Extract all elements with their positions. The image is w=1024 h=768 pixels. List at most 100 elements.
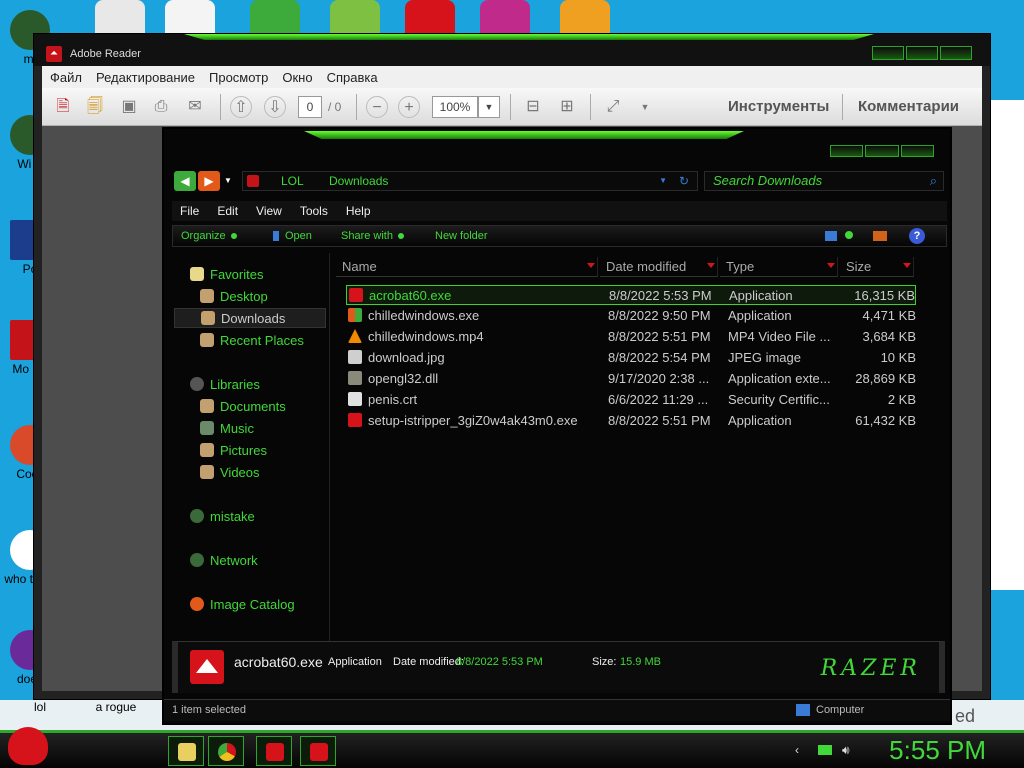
menu-edit[interactable]: Редактирование: [96, 70, 195, 85]
close-button[interactable]: [900, 145, 934, 157]
close-button[interactable]: [940, 46, 972, 60]
view-dropdown-icon[interactable]: [845, 231, 853, 239]
taskbar-clock[interactable]: 5:55 PM: [889, 735, 986, 766]
zoom-level-input[interactable]: 100%: [432, 96, 478, 118]
menu-window[interactable]: Окно: [282, 70, 312, 85]
toolbar-separator: [590, 94, 591, 120]
file-row[interactable]: chilledwindows.exe 8/8/2022 9:50 PM Appl…: [346, 306, 916, 326]
desktop-icon-label[interactable]: lol: [10, 700, 70, 714]
tray-monitor-icon[interactable]: [818, 745, 832, 755]
column-date-modified[interactable]: Date modified: [600, 257, 718, 277]
tools-button[interactable]: Инструменты: [728, 98, 829, 115]
address-bar[interactable]: LOL Downloads ▼ ↻: [242, 171, 698, 191]
next-page-icon[interactable]: ⇩: [264, 96, 286, 118]
open-button[interactable]: Open: [273, 230, 312, 242]
nav-desktop[interactable]: Desktop: [200, 287, 268, 307]
nav-mistake[interactable]: mistake: [190, 507, 255, 527]
preview-pane-icon[interactable]: [873, 231, 887, 241]
menu-view[interactable]: Просмотр: [209, 70, 268, 85]
nav-network[interactable]: Network: [190, 551, 258, 571]
desktop-icon-top[interactable]: [560, 0, 610, 34]
new-folder-button[interactable]: New folder: [435, 230, 488, 242]
page-number-input[interactable]: 0: [298, 96, 322, 118]
save-icon[interactable]: ▣: [118, 96, 140, 118]
tray-volume-icon[interactable]: 🔊︎: [842, 743, 856, 757]
explorer-titlebar[interactable]: [164, 129, 950, 165]
fit-width-icon[interactable]: ⊞: [556, 96, 578, 118]
start-button-angry-bird-icon[interactable]: [8, 727, 48, 765]
desktop-icon-top[interactable]: [480, 0, 530, 34]
refresh-icon[interactable]: ↻: [679, 172, 689, 190]
nav-image-catalog[interactable]: Image Catalog: [190, 595, 295, 615]
menu-help[interactable]: Справка: [327, 70, 378, 85]
help-icon[interactable]: ?: [909, 228, 925, 244]
full-screen-icon[interactable]: ⤢: [602, 96, 624, 118]
reader-titlebar[interactable]: ⏶ Adobe Reader: [34, 34, 990, 66]
desktop-icon-label[interactable]: a rogue: [86, 700, 146, 714]
email-icon[interactable]: ✉: [184, 96, 206, 118]
dropdown-dot-icon: [230, 233, 237, 240]
menu-view[interactable]: View: [256, 204, 282, 218]
column-type[interactable]: Type: [720, 257, 838, 277]
menu-file[interactable]: File: [180, 204, 199, 218]
address-dropdown-icon[interactable]: ▼: [659, 172, 667, 190]
search-icon[interactable]: ⌕: [930, 172, 937, 190]
nav-videos[interactable]: Videos: [200, 463, 260, 483]
previous-page-icon[interactable]: ⇧: [230, 96, 252, 118]
menu-tools[interactable]: Tools: [300, 204, 328, 218]
nav-pictures[interactable]: Pictures: [200, 441, 267, 461]
file-row[interactable]: opengl32.dll 9/17/2020 2:38 ... Applicat…: [346, 369, 916, 389]
menu-edit[interactable]: Edit: [217, 204, 238, 218]
edit-pdf-icon[interactable]: 🗐: [84, 96, 106, 118]
desktop-icon-top[interactable]: [95, 0, 145, 34]
taskbar-setup[interactable]: [300, 736, 336, 766]
breadcrumb-lol[interactable]: LOL: [281, 172, 304, 190]
zoom-in-icon[interactable]: +: [398, 96, 420, 118]
file-row[interactable]: acrobat60.exe 8/8/2022 5:53 PM Applicati…: [346, 285, 916, 305]
menu-help[interactable]: Help: [346, 204, 371, 218]
desktop-icon-top[interactable]: [330, 0, 380, 34]
maximize-button[interactable]: [906, 46, 938, 60]
create-pdf-icon[interactable]: 🗎: [52, 96, 74, 118]
taskbar-explorer[interactable]: [168, 736, 204, 766]
nav-documents[interactable]: Documents: [200, 397, 286, 417]
nav-music[interactable]: Music: [200, 419, 254, 439]
toolbar-separator: [510, 94, 511, 120]
desktop-icon-top[interactable]: [165, 0, 215, 34]
toolbar-more-icon[interactable]: ▼: [634, 96, 656, 118]
nav-downloads[interactable]: Downloads: [174, 308, 326, 328]
file-row[interactable]: chilledwindows.mp4 8/8/2022 5:51 PM MP4 …: [346, 327, 916, 347]
share-with-button[interactable]: Share with: [341, 230, 404, 242]
fit-page-icon[interactable]: ⊟: [522, 96, 544, 118]
tray-chevron-icon[interactable]: ‹: [795, 743, 809, 757]
column-name[interactable]: Name: [336, 257, 598, 277]
print-icon[interactable]: ⎙: [150, 96, 172, 118]
nav-recent-places[interactable]: Recent Places: [200, 331, 304, 351]
forward-icon[interactable]: ▶: [198, 171, 220, 191]
breadcrumb-downloads[interactable]: Downloads: [329, 172, 388, 190]
minimize-button[interactable]: [830, 145, 864, 157]
recent-pages-icon[interactable]: ▼: [222, 171, 234, 191]
column-size[interactable]: Size: [840, 257, 914, 277]
toolbar-separator: [842, 94, 843, 120]
zoom-dropdown-icon[interactable]: ▼: [478, 96, 500, 118]
menu-file[interactable]: Файл: [50, 70, 82, 85]
taskbar-adobe-reader[interactable]: [256, 736, 292, 766]
details-date-value: 8/8/2022 5:53 PM: [456, 656, 543, 668]
comments-button[interactable]: Комментарии: [858, 98, 959, 115]
desktop-icon-top[interactable]: [250, 0, 300, 34]
zoom-out-icon[interactable]: −: [366, 96, 388, 118]
file-row[interactable]: penis.crt 6/6/2022 11:29 ... Security Ce…: [346, 390, 916, 410]
view-options-icon[interactable]: [825, 231, 837, 241]
desktop-icon-top[interactable]: [405, 0, 455, 34]
nav-libraries[interactable]: Libraries: [190, 375, 260, 395]
search-input[interactable]: Search Downloads ⌕: [704, 171, 944, 191]
back-icon[interactable]: ◀: [174, 171, 196, 191]
minimize-button[interactable]: [872, 46, 904, 60]
maximize-button[interactable]: [865, 145, 899, 157]
file-row[interactable]: download.jpg 8/8/2022 5:54 PM JPEG image…: [346, 348, 916, 368]
taskbar-chrome[interactable]: [208, 736, 244, 766]
file-row[interactable]: setup-istripper_3giZ0w4ak43m0.exe 8/8/20…: [346, 411, 916, 431]
nav-favorites[interactable]: Favorites: [190, 265, 263, 285]
organize-button[interactable]: Organize: [181, 230, 237, 242]
